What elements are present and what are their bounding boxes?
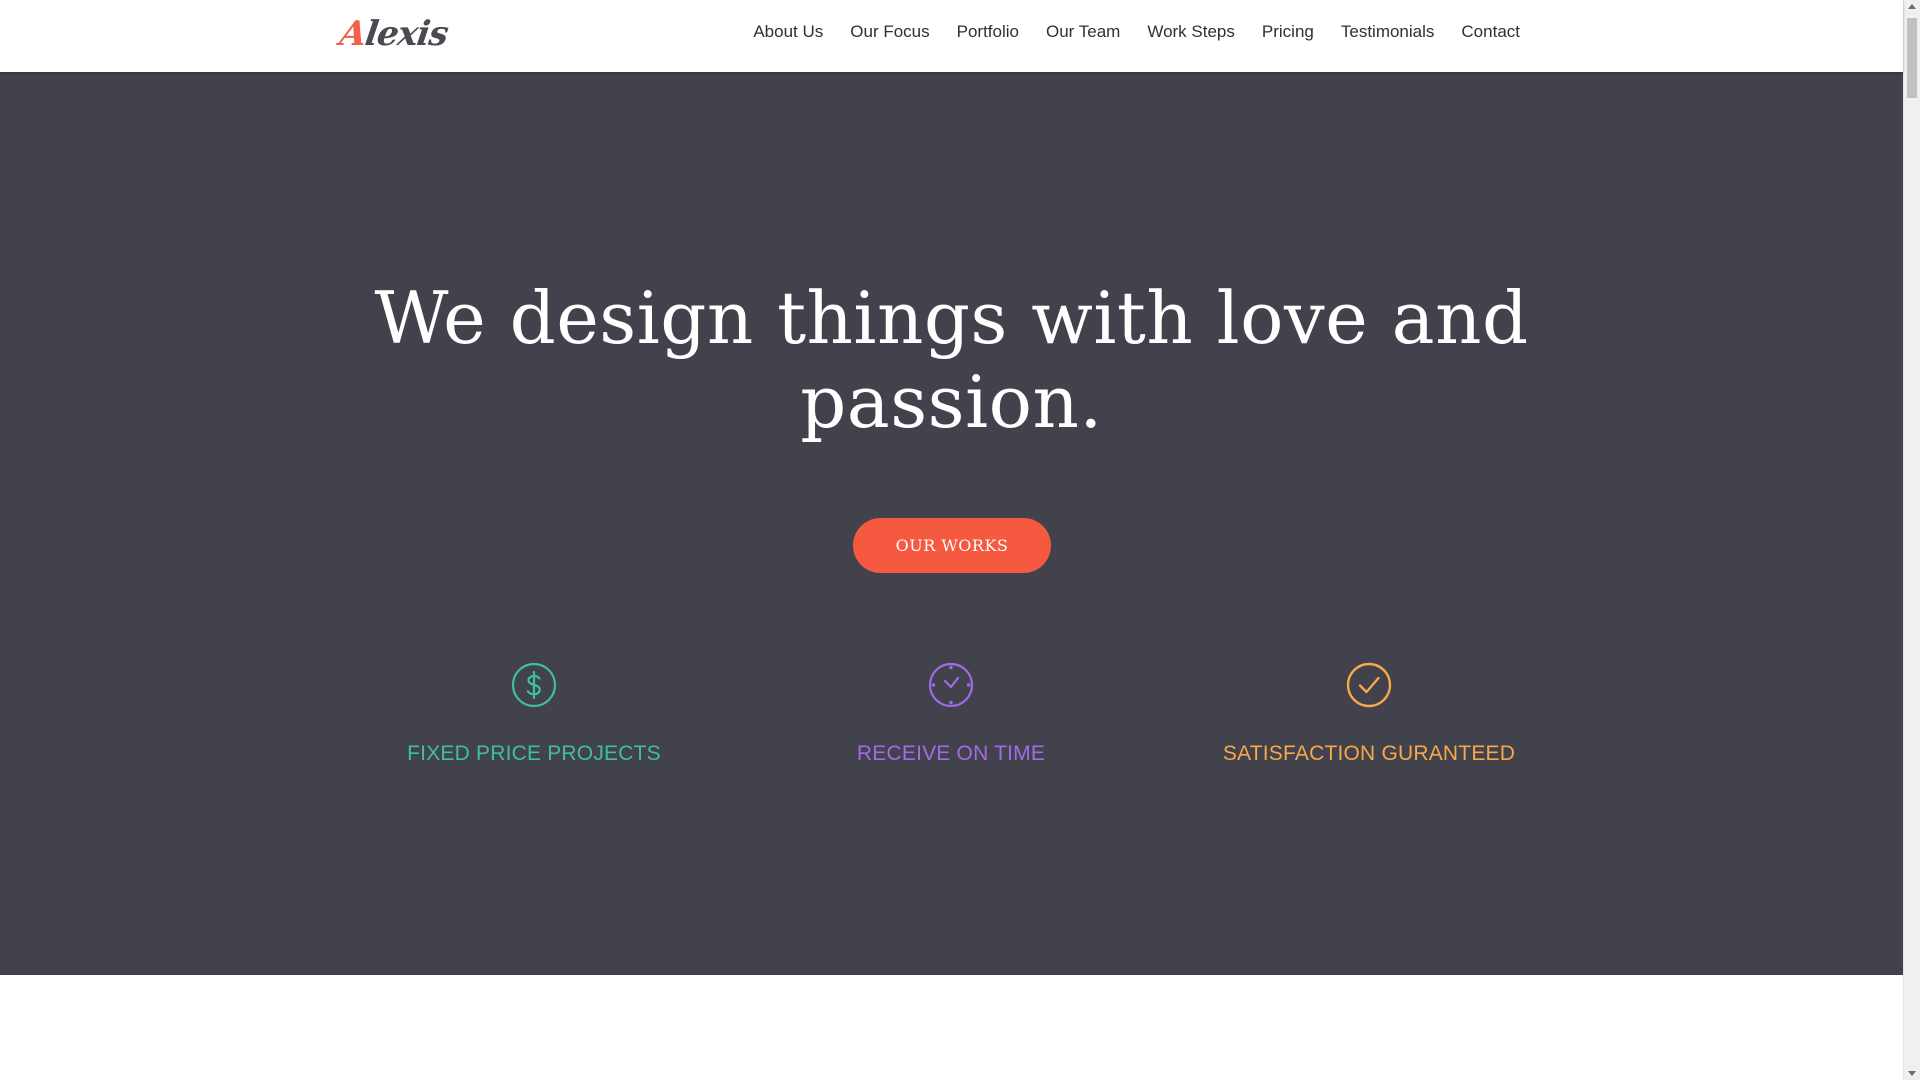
feature-receive-on-time: RECEIVE ON TIME (771, 662, 1131, 766)
dollar-icon (511, 662, 557, 708)
nav-pricing[interactable]: Pricing (1262, 22, 1314, 42)
scroll-up-arrow-icon[interactable] (1908, 4, 1916, 9)
feature-label: SATISFACTION GURANTEED (1222, 742, 1516, 765)
check-circle-icon (1346, 662, 1392, 708)
feature-satisfaction: SATISFACTION GURANTEED (1189, 662, 1549, 766)
site-header: Alexis About Us Our Focus Portfolio Our … (0, 0, 1903, 72)
main-nav: About Us Our Focus Portfolio Our Team Wo… (753, 0, 1520, 64)
hero-title-line-1: We design things with love and (374, 276, 1529, 360)
feature-label: RECEIVE ON TIME (856, 742, 1046, 765)
site-logo[interactable]: Alexis (337, 14, 450, 54)
scroll-down-arrow-icon[interactable] (1908, 1071, 1916, 1076)
hero-title-line-2: passion. (800, 360, 1103, 444)
logo-rest: lexis (362, 14, 451, 54)
feature-fixed-price: FIXED PRICE PROJECTS (354, 662, 714, 766)
nav-our-focus[interactable]: Our Focus (850, 22, 929, 42)
nav-portfolio[interactable]: Portfolio (957, 22, 1019, 42)
nav-our-team[interactable]: Our Team (1046, 22, 1120, 42)
page-scrollbar[interactable] (1903, 0, 1920, 1080)
clock-icon (928, 662, 974, 708)
nav-testimonials[interactable]: Testimonials (1341, 22, 1435, 42)
nav-contact[interactable]: Contact (1461, 22, 1520, 42)
nav-about-us[interactable]: About Us (753, 22, 823, 42)
nav-work-steps[interactable]: Work Steps (1147, 22, 1235, 42)
feature-label: FIXED PRICE PROJECTS (407, 742, 661, 765)
hero-section: We design things with love and passion. … (0, 72, 1903, 975)
hero-title: We design things with love and passion. (0, 276, 1903, 444)
scroll-thumb[interactable] (1907, 18, 1917, 98)
our-works-button[interactable]: OUR WORKS (853, 518, 1051, 573)
